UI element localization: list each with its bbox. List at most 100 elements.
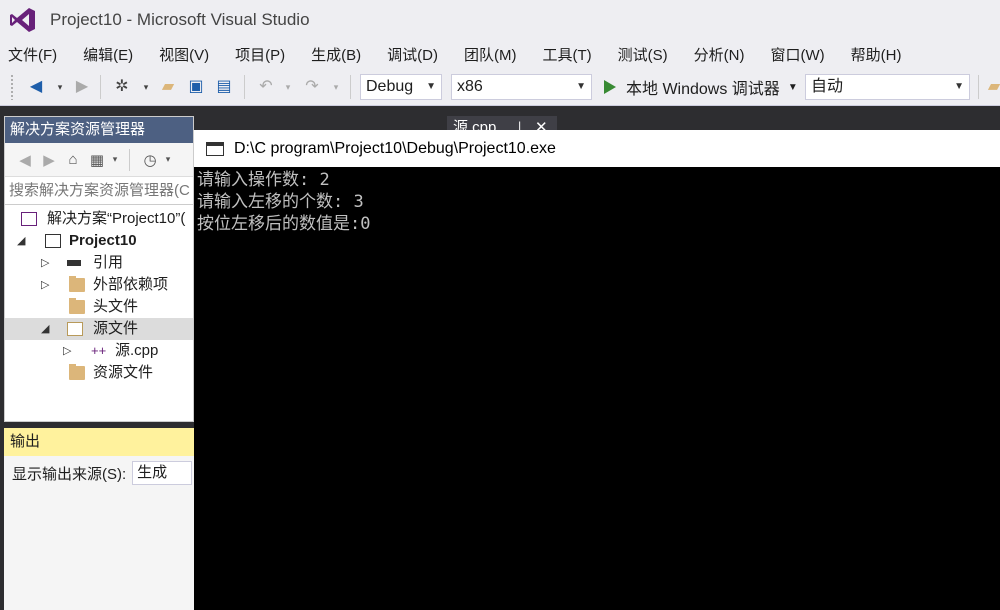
standard-toolbar: ◀ ▾ ▶ ✲ ▾ ▰ ▣ ▤ ↶ ▾ ↷ ▾ Debug ▼ x86 ▼ 本地…: [0, 68, 1000, 106]
debug-target-select[interactable]: 自动 ▼: [805, 74, 970, 100]
pending-changes-icon[interactable]: ◷: [138, 151, 162, 169]
collapsed-arrow-icon[interactable]: ▷: [63, 340, 71, 362]
toolbar-separator: [129, 148, 130, 171]
tree-node-solution[interactable]: 解决方案“Project10”(: [5, 208, 193, 230]
navigate-back-icon[interactable]: ◀: [26, 77, 46, 97]
menu-project[interactable]: 项目(P): [235, 44, 285, 65]
solution-tree: 解决方案“Project10”( ◢ Project10 ▷ 引用 ▷ 外部依赖…: [5, 205, 193, 421]
menu-file[interactable]: 文件(F): [8, 44, 57, 65]
cpp-project-icon: [45, 234, 61, 248]
solution-explorer-toolbar: ◀ ▶ ⌂ ▦ ▾ ◷ ▾: [5, 143, 193, 177]
tree-node-resource-files[interactable]: 资源文件: [5, 362, 193, 384]
solution-explorer-title: 解决方案资源管理器: [10, 121, 146, 138]
back-icon[interactable]: ◀: [13, 151, 37, 169]
chevron-down-icon: ▼: [576, 81, 586, 92]
menu-analyze[interactable]: 分析(N): [694, 44, 745, 65]
toolbar-separator: [978, 75, 979, 99]
folder-icon: [69, 364, 85, 380]
visual-studio-logo-icon: [10, 8, 35, 32]
undo-icon[interactable]: ↶: [256, 77, 276, 97]
new-project-icon[interactable]: ✲: [112, 77, 132, 97]
toolbar-overflow-icon[interactable]: ▰: [984, 77, 1000, 97]
console-line: 按位左移后的数值是:0: [197, 214, 371, 234]
console-output: 请输入操作数: 2 请输入左移的个数: 3 按位左移后的数值是:0: [194, 167, 1000, 235]
solution-explorer-search-input[interactable]: 搜索解决方案资源管理器(C: [5, 177, 193, 205]
tree-node-label: 外部依赖项: [93, 276, 169, 293]
toolbar-separator: [350, 75, 351, 99]
output-source-row: 显示输出来源(S): 生成: [4, 456, 194, 490]
tree-node-source-cpp[interactable]: ▷ ++ 源.cpp: [5, 340, 193, 362]
undo-dropdown-icon[interactable]: ▾: [278, 77, 298, 97]
menu-build[interactable]: 生成(B): [311, 44, 361, 65]
menu-edit[interactable]: 编辑(E): [83, 44, 133, 65]
solution-icon: [21, 212, 37, 226]
play-icon: [604, 80, 616, 94]
chevron-down-icon: ▼: [426, 81, 436, 92]
back-dropdown-icon[interactable]: ▾: [50, 77, 70, 97]
open-folder-icon[interactable]: ▰: [158, 77, 178, 97]
tree-node-label: 源.cpp: [115, 342, 159, 359]
menu-window[interactable]: 窗口(W): [770, 44, 824, 65]
open-folder-icon: [67, 322, 83, 336]
window-title: Project10 - Microsoft Visual Studio: [50, 10, 310, 29]
solution-platform-select[interactable]: x86 ▼: [451, 74, 592, 100]
tree-node-label: 头文件: [93, 298, 139, 315]
collapsed-arrow-icon[interactable]: ▷: [41, 252, 49, 274]
switch-views-icon[interactable]: ▦: [85, 151, 109, 169]
platform-value: x86: [457, 78, 483, 95]
menu-debug[interactable]: 调试(D): [387, 44, 438, 65]
forward-icon[interactable]: ▶: [37, 151, 61, 169]
toolbar-separator: [244, 75, 245, 99]
home-icon[interactable]: ⌂: [61, 151, 85, 168]
console-title-bar[interactable]: D:\C program\Project10\Debug\Project10.e…: [194, 130, 1000, 167]
collapsed-arrow-icon[interactable]: ▷: [41, 274, 49, 296]
menu-team[interactable]: 团队(M): [464, 44, 517, 65]
tree-node-label: 源文件: [93, 320, 139, 337]
menu-tools[interactable]: 工具(T): [542, 44, 591, 65]
tree-node-label: 解决方案“Project10”(: [47, 210, 186, 227]
debug-target-value: 自动: [811, 78, 844, 95]
console-line: 请输入左移的个数: 3: [197, 192, 364, 212]
tree-node-external-dependencies[interactable]: ▷ 外部依赖项: [5, 274, 193, 296]
configuration-value: Debug: [366, 78, 414, 95]
toolbar-grip[interactable]: [10, 74, 14, 100]
start-debugging-button[interactable]: 本地 Windows 调试器 ▼: [604, 74, 798, 100]
new-dropdown-icon[interactable]: ▾: [136, 77, 156, 97]
menu-help[interactable]: 帮助(H): [851, 44, 902, 65]
navigate-forward-icon[interactable]: ▶: [72, 77, 92, 97]
title-bar: Project10 - Microsoft Visual Studio: [0, 0, 1000, 40]
solution-explorer-header: 解决方案资源管理器: [5, 117, 193, 143]
menu-bar: 文件(F) 编辑(E) 视图(V) 项目(P) 生成(B) 调试(D) 团队(M…: [0, 40, 1000, 68]
redo-dropdown-icon[interactable]: ▾: [326, 77, 346, 97]
solution-explorer-panel: 解决方案资源管理器 ◀ ▶ ⌂ ▦ ▾ ◷ ▾ 搜索解决方案资源管理器(C 解决…: [4, 116, 194, 422]
search-placeholder: 搜索解决方案资源管理器(C: [9, 182, 190, 199]
references-icon: [67, 260, 81, 266]
toolbar-separator: [100, 75, 101, 99]
chevron-down-icon[interactable]: ▾: [109, 154, 121, 165]
output-title: 输出: [10, 433, 41, 450]
tree-node-label: Project10: [69, 232, 137, 249]
output-source-label: 显示输出来源(S):: [12, 465, 127, 483]
save-icon[interactable]: ▣: [186, 77, 206, 97]
chevron-down-icon[interactable]: ▾: [162, 154, 174, 165]
cpp-file-icon: ++: [91, 343, 107, 358]
console-title: D:\C program\Project10\Debug\Project10.e…: [234, 139, 556, 157]
menu-test[interactable]: 测试(S): [618, 44, 668, 65]
redo-icon[interactable]: ↷: [302, 77, 322, 97]
tree-node-references[interactable]: ▷ 引用: [5, 252, 193, 274]
tree-node-project[interactable]: ◢ Project10: [5, 230, 193, 252]
chevron-down-icon: ▼: [954, 81, 964, 92]
folder-icon: [69, 298, 85, 314]
tree-node-header-files[interactable]: 头文件: [5, 296, 193, 318]
output-header: 输出: [4, 428, 194, 456]
tree-node-source-files[interactable]: ◢ 源文件: [5, 318, 193, 340]
menu-view[interactable]: 视图(V): [159, 44, 209, 65]
save-all-icon[interactable]: ▤: [214, 77, 234, 97]
expanded-arrow-icon[interactable]: ◢: [17, 230, 25, 252]
solution-configuration-select[interactable]: Debug ▼: [360, 74, 442, 100]
expanded-arrow-icon[interactable]: ◢: [41, 318, 49, 340]
console-window[interactable]: D:\C program\Project10\Debug\Project10.e…: [194, 130, 1000, 610]
console-app-icon: [206, 141, 224, 156]
chevron-down-icon[interactable]: ▼: [788, 82, 798, 93]
output-source-select[interactable]: 生成: [132, 461, 193, 485]
